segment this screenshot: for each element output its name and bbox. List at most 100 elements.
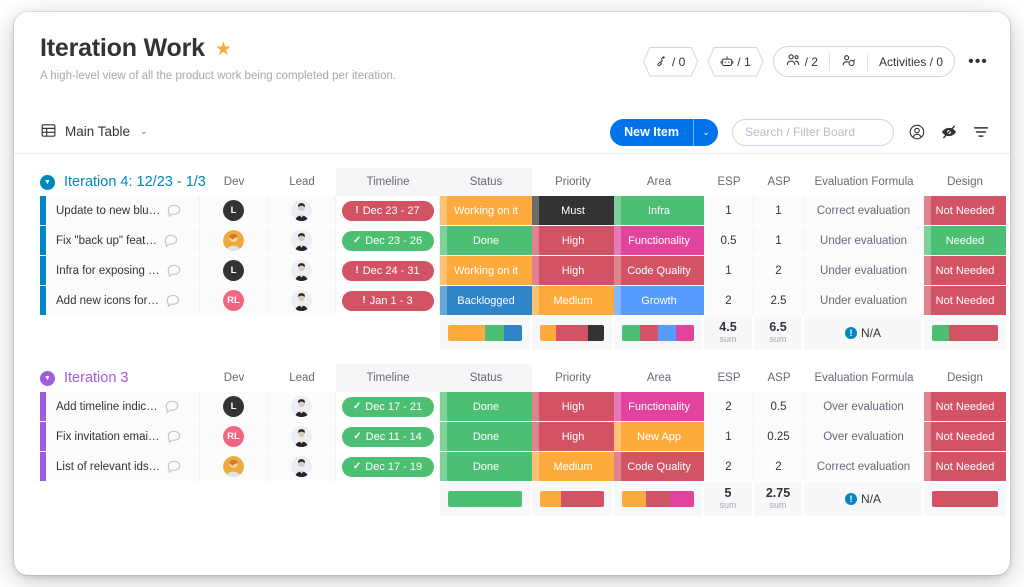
timeline-chip[interactable]: ✓ Dec 11 - 14 [341, 426, 434, 447]
table-row[interactable]: Update to new blu… L ! Dec 23 - 27 Working o… [14, 196, 1010, 225]
cell-priority[interactable]: High [532, 392, 614, 421]
cell-asp[interactable]: 2 [754, 256, 804, 285]
cell-timeline[interactable]: ! Dec 23 - 27 [336, 196, 440, 225]
design-badge[interactable]: Not Needed [924, 392, 1006, 421]
priority-badge[interactable]: Medium [532, 286, 614, 315]
status-badge[interactable]: Done [440, 452, 532, 481]
column-header-status[interactable]: Status [440, 364, 532, 392]
area-badge[interactable]: Growth [614, 286, 704, 315]
chevron-down-icon[interactable]: ⌄ [140, 126, 148, 137]
status-badge[interactable]: Working on it [440, 196, 532, 225]
timeline-chip[interactable]: ! Jan 1 - 3 [341, 290, 434, 311]
timeline-chip[interactable]: ✓ Dec 17 - 19 [341, 456, 434, 477]
integrations-badge[interactable]: / 1 [707, 46, 764, 77]
design-badge[interactable]: Not Needed [924, 422, 1006, 451]
summary-priority[interactable] [532, 482, 614, 516]
person-circle-icon[interactable] [908, 123, 926, 141]
area-badge[interactable]: Infra [614, 196, 704, 225]
cell-status[interactable]: Working on it [440, 196, 532, 225]
area-badge[interactable]: Code Quality [614, 452, 704, 481]
timeline-chip[interactable]: ! Dec 23 - 27 [341, 200, 434, 221]
cell-item-name[interactable]: Infra for exposing … [46, 256, 200, 285]
area-badge[interactable]: New App [614, 422, 704, 451]
cell-area[interactable]: Code Quality [614, 256, 704, 285]
chevron-down-circle-icon[interactable]: ▼ [40, 370, 55, 386]
group-title[interactable]: Iteration 3 [64, 370, 200, 386]
cell-status[interactable]: Backlogged [440, 286, 532, 315]
star-icon[interactable]: ★ [215, 40, 232, 59]
cell-area[interactable]: Functionality [614, 392, 704, 421]
cell-item-name[interactable]: Fix "back up" feat… [46, 226, 200, 255]
priority-badge[interactable]: Medium [532, 452, 614, 481]
cell-lead[interactable] [268, 452, 336, 481]
status-badge[interactable]: Done [440, 392, 532, 421]
cell-area[interactable]: Code Quality [614, 452, 704, 481]
summary-area[interactable] [614, 482, 704, 516]
cell-item-name[interactable]: Add new icons for… [46, 286, 200, 315]
cell-dev[interactable] [200, 226, 268, 255]
cell-priority[interactable]: Must [532, 196, 614, 225]
table-row[interactable]: List of relevant ids… ✓ Dec 17 - 19 Done Med… [14, 452, 1010, 481]
chevron-down-circle-icon[interactable]: ▼ [40, 174, 55, 190]
comment-bubble-icon[interactable] [163, 233, 179, 249]
status-badge[interactable]: Done [440, 226, 532, 255]
cell-design[interactable]: Not Needed [924, 286, 1006, 315]
avatar[interactable] [291, 396, 312, 417]
cell-asp[interactable]: 1 [754, 226, 804, 255]
summary-status[interactable] [440, 316, 532, 350]
column-header-status[interactable]: Status [440, 168, 532, 196]
cell-asp[interactable]: 2.5 [754, 286, 804, 315]
new-item-button[interactable]: New Item ⌄ [610, 118, 718, 146]
summary-status[interactable] [440, 482, 532, 516]
timeline-chip[interactable]: ! Dec 24 - 31 [341, 260, 434, 281]
priority-badge[interactable]: High [532, 226, 614, 255]
timeline-chip[interactable]: ✓ Dec 23 - 26 [341, 230, 434, 251]
column-header-evaluation-formula[interactable]: Evaluation Formula [804, 364, 924, 392]
cell-design[interactable]: Not Needed [924, 422, 1006, 451]
search-input[interactable] [732, 118, 894, 146]
cell-esp[interactable]: 1 [704, 422, 754, 451]
avatar[interactable] [291, 426, 312, 447]
column-header-design[interactable]: Design [924, 364, 1006, 392]
cell-dev[interactable]: L [200, 256, 268, 285]
cell-dev[interactable]: RL [200, 286, 268, 315]
cell-esp[interactable]: 2 [704, 452, 754, 481]
cell-dev[interactable]: L [200, 196, 268, 225]
summary-design[interactable] [924, 316, 1006, 350]
cell-lead[interactable] [268, 422, 336, 451]
design-badge[interactable]: Not Needed [924, 256, 1006, 285]
priority-badge[interactable]: Must [532, 196, 614, 225]
cell-area[interactable]: Growth [614, 286, 704, 315]
column-header-lead[interactable]: Lead [268, 364, 336, 392]
cell-esp[interactable]: 1 [704, 256, 754, 285]
priority-badge[interactable]: High [532, 422, 614, 451]
cell-esp[interactable]: 0.5 [704, 226, 754, 255]
cell-priority[interactable]: High [532, 226, 614, 255]
design-badge[interactable]: Not Needed [924, 452, 1006, 481]
cell-item-name[interactable]: Update to new blu… [46, 196, 200, 225]
cell-dev[interactable]: L [200, 392, 268, 421]
cell-item-name[interactable]: List of relevant ids… [46, 452, 200, 481]
status-badge[interactable]: Working on it [440, 256, 532, 285]
column-header-area[interactable]: Area [614, 364, 704, 392]
column-header-design[interactable]: Design [924, 168, 1006, 196]
cell-design[interactable]: Not Needed [924, 392, 1006, 421]
cell-item-name[interactable]: Add timeline indic… [46, 392, 200, 421]
comment-bubble-icon[interactable] [166, 429, 182, 445]
column-header-esp[interactable]: ESP [704, 364, 754, 392]
area-badge[interactable]: Functionality [614, 226, 704, 255]
automations-badge[interactable]: / 0 [642, 46, 699, 77]
column-header-area[interactable]: Area [614, 168, 704, 196]
summary-design[interactable] [924, 482, 1006, 516]
avatar[interactable]: L [223, 396, 244, 417]
cell-design[interactable]: Needed [924, 226, 1006, 255]
cell-priority[interactable]: High [532, 256, 614, 285]
cell-esp[interactable]: 2 [704, 392, 754, 421]
design-badge[interactable]: Not Needed [924, 196, 1006, 225]
cell-status[interactable]: Working on it [440, 256, 532, 285]
timeline-chip[interactable]: ✓ Dec 17 - 21 [341, 396, 434, 417]
summary-esp[interactable]: 5 sum [704, 482, 754, 516]
cell-lead[interactable] [268, 392, 336, 421]
cell-dev[interactable]: RL [200, 422, 268, 451]
cell-lead[interactable] [268, 196, 336, 225]
